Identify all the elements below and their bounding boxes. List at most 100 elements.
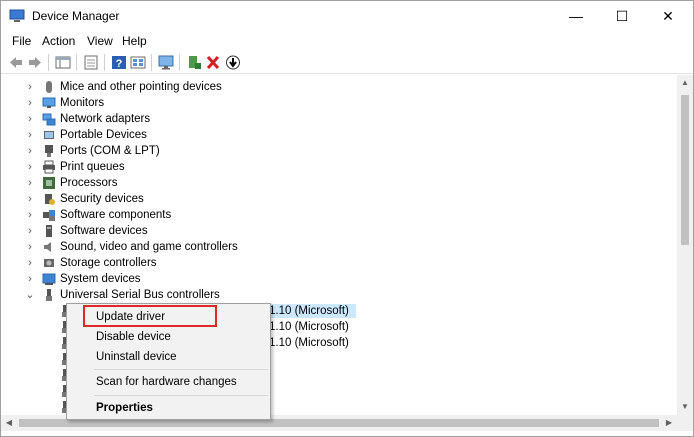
chevron-right-icon[interactable]: › [25,112,35,126]
tree-node-label: Print queues [60,161,125,173]
tree-node-security[interactable]: › Security devices [1,191,661,207]
chevron-right-icon[interactable]: › [25,224,35,238]
tree-node-mice[interactable]: › Mice and other pointing devices [1,79,661,95]
tree-node-label: Universal Serial Bus controllers [60,289,220,301]
toolbar: ? [1,51,693,74]
tree-node-storage[interactable]: › Storage controllers [1,255,661,271]
vertical-scrollbar[interactable]: ▲ ▼ [677,75,693,415]
maximize-button[interactable]: ☐ [599,1,645,32]
device-manager-window: Device Manager — ☐ ✕ File Action View He… [0,0,694,437]
scroll-right-icon[interactable]: ▶ [661,415,677,431]
tree-node-label: Monitors [60,97,105,109]
usb-icon [46,289,52,301]
tree-node-ports[interactable]: › Ports (COM & LPT) [1,143,661,159]
toolbar-separator [179,54,180,71]
tree-node-label: System devices [60,273,141,285]
tree-node-label: Portable Devices [60,129,147,141]
add-driver-icon[interactable] [185,54,203,71]
scroll-down-icon[interactable]: ▼ [677,399,693,415]
scroll-up-icon[interactable]: ▲ [677,75,693,91]
chevron-right-icon[interactable]: › [25,208,35,222]
portable-device-icon [44,131,54,139]
menu-item-disable-device[interactable]: Disable device [67,326,270,348]
menu-action[interactable]: Action [42,34,75,48]
menu-help[interactable]: Help [122,34,147,48]
tree-node-label: Mice and other pointing devices [60,81,222,93]
port-icon [45,145,53,157]
document-icon[interactable] [82,54,100,71]
tree-node-label: Sound, video and game controllers [60,241,238,253]
minimize-button[interactable]: — [553,1,599,32]
menu-file[interactable]: File [12,34,31,48]
tree-node-label: Software devices [60,225,148,237]
printer-icon [43,160,55,174]
chevron-right-icon[interactable]: › [25,80,35,94]
tree-node-network[interactable]: › Network adapters [1,111,661,127]
forward-icon[interactable] [26,54,44,71]
monitor-icon[interactable] [157,54,175,71]
window-title: Device Manager [32,9,120,23]
tree-node-software-components[interactable]: › Software components [1,207,661,223]
tree-node-sound[interactable]: › Sound, video and game controllers [1,239,661,255]
tree-node-processors[interactable]: › Processors [1,175,661,191]
chevron-right-icon[interactable]: › [25,272,35,286]
chevron-right-icon[interactable]: › [25,256,35,270]
device-manager-icon [9,9,25,22]
monitor-icon [42,97,56,108]
back-icon[interactable] [7,54,25,71]
tree-node-label: Ports (COM & LPT) [60,145,160,157]
chevron-right-icon[interactable]: › [25,96,35,110]
system-icon [42,273,56,285]
chevron-right-icon[interactable]: › [25,240,35,254]
tree-node-label: Network adapters [60,113,151,125]
tree-node-label: Processors [60,177,118,189]
uninstall-icon[interactable] [204,54,222,71]
menu-item-properties[interactable]: Properties [67,397,270,419]
chevron-right-icon[interactable]: › [25,192,35,206]
tree-node-usb[interactable]: ⌄ Universal Serial Bus controllers [1,287,661,303]
chevron-right-icon[interactable]: › [25,176,35,190]
tree-node-label: Security devices [60,193,144,205]
toolbar-separator [151,54,152,71]
speaker-icon [44,242,51,252]
tree-node-system[interactable]: › System devices [1,271,661,287]
storage-icon [44,259,54,267]
scrollbar-thumb[interactable] [681,95,689,245]
tree-node-print-queues[interactable]: › Print queues [1,159,661,175]
chevron-right-icon[interactable]: › [25,160,35,174]
tree-node-label: 1.10 (Microsoft) [269,337,349,349]
software-component-icon [43,210,55,221]
menu-view[interactable]: View [87,34,113,48]
mouse-icon [46,81,52,93]
close-button[interactable]: ✕ [645,1,691,32]
security-icon [45,194,55,205]
toolbar-separator [76,54,77,71]
chevron-down-icon[interactable]: ⌄ [25,288,35,302]
scrollbar-thumb[interactable] [19,419,659,427]
menu-item-scan-hardware[interactable]: Scan for hardware changes [67,371,270,393]
tree-node-software-devices[interactable]: › Software devices [1,223,661,239]
menu-bar: File Action View Help [1,32,693,51]
menu-separator [94,369,268,370]
annotation-highlight-box [83,305,217,327]
chevron-right-icon[interactable]: › [25,128,35,142]
properties-grid-icon[interactable] [54,54,72,71]
view-icon[interactable] [129,54,147,71]
title-bar: Device Manager — ☐ ✕ [1,1,693,32]
download-icon[interactable] [224,54,242,71]
scrollbar-corner [677,415,693,431]
menu-item-uninstall-device[interactable]: Uninstall device [67,346,270,368]
network-icon [42,113,56,126]
tree-node-monitors[interactable]: › Monitors [1,95,661,111]
software-device-icon [46,225,52,237]
tree-node-label: Storage controllers [60,257,157,269]
toolbar-separator [104,54,105,71]
chevron-right-icon[interactable]: › [25,144,35,158]
tree-node-portable[interactable]: › Portable Devices [1,127,661,143]
help-icon[interactable]: ? [110,54,128,71]
svg-text:?: ? [116,58,123,70]
processor-icon [43,177,55,189]
scroll-left-icon[interactable]: ◀ [1,415,17,431]
menu-separator [94,395,268,396]
toolbar-separator [48,54,49,71]
